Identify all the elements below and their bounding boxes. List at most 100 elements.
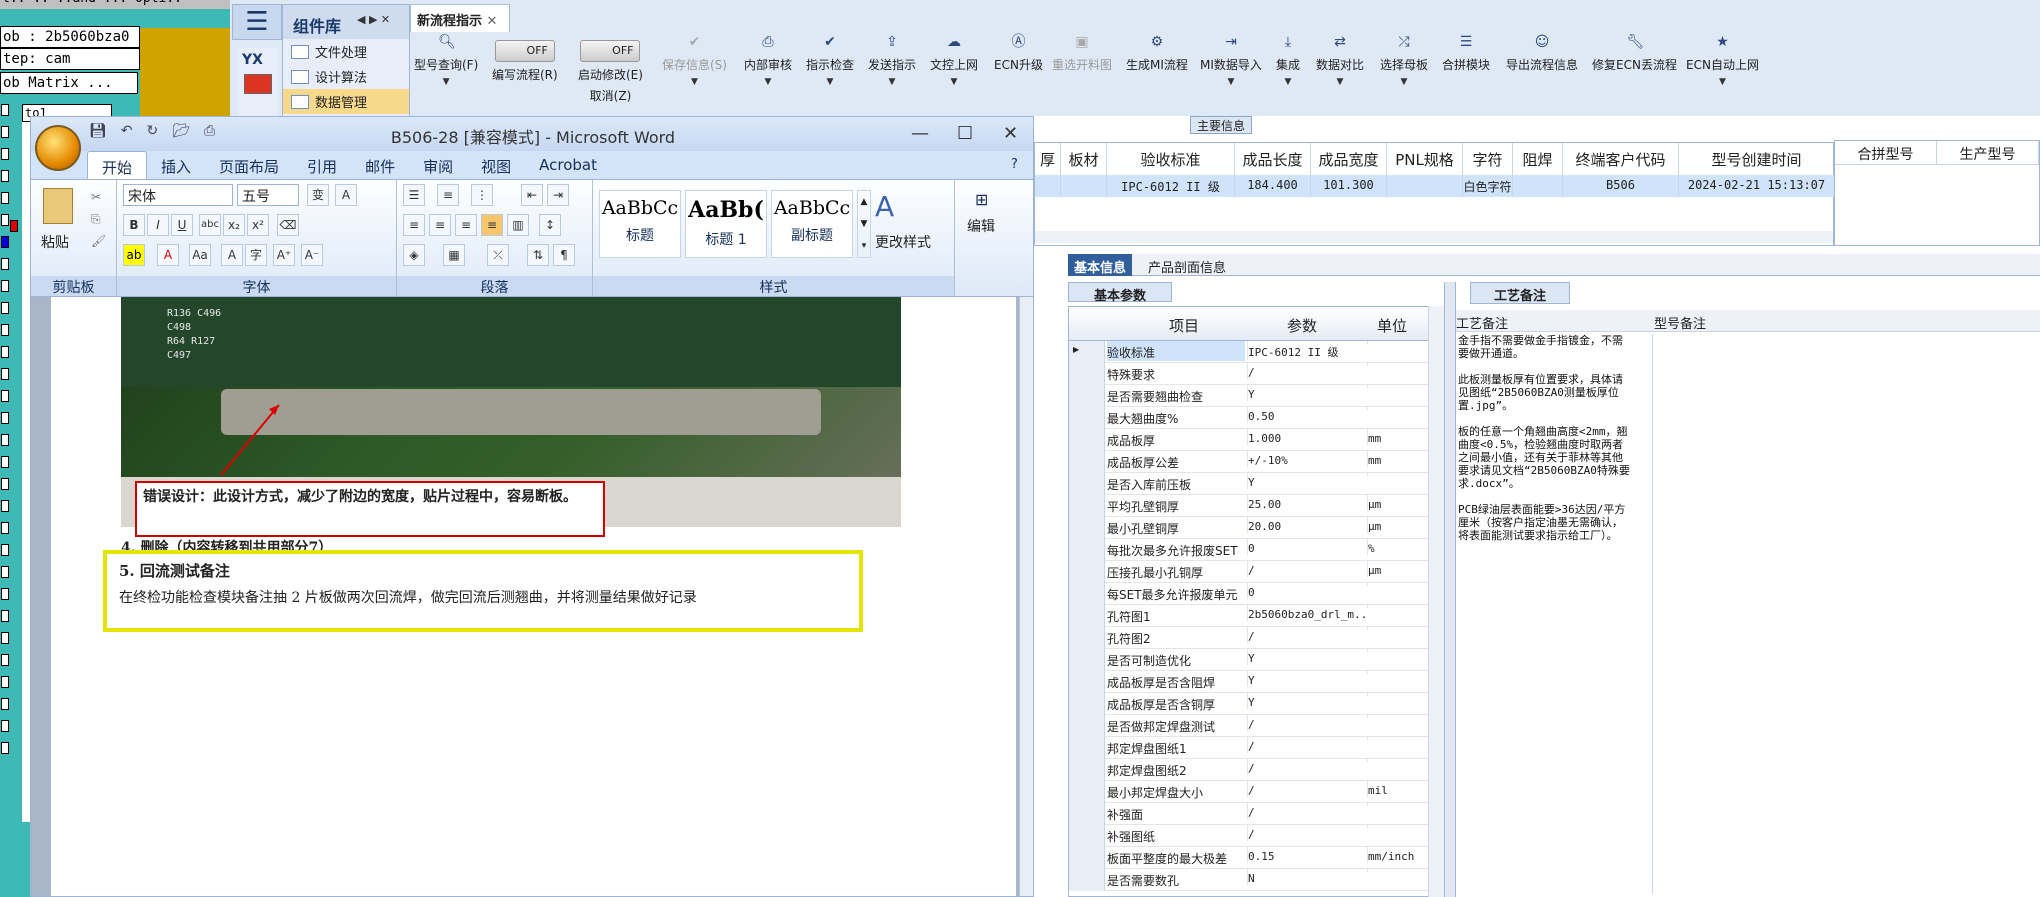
param-value[interactable]: / (1247, 715, 1365, 731)
write-process-toggle[interactable]: OFF 编写流程(R) (492, 40, 558, 83)
row-header[interactable] (1069, 407, 1105, 429)
table-row[interactable]: 邦定焊盘图纸1 / (1069, 737, 1443, 759)
param-value[interactable]: / (1247, 759, 1365, 775)
chinese-layout-icon[interactable]: ⤫ (487, 244, 509, 266)
strikethrough-icon[interactable]: abc (199, 214, 221, 236)
param-value[interactable]: 2b5060bza0_drl_m... (1247, 605, 1365, 621)
undo-icon[interactable]: ↶ (121, 123, 133, 139)
tab-layout[interactable]: 页面布局 (205, 151, 293, 179)
table-row[interactable]: 是否入库前压板 Y (1069, 473, 1443, 495)
clear-format-icon[interactable]: ⌫ (277, 214, 299, 236)
paste-icon[interactable] (43, 188, 73, 224)
row-header[interactable] (1069, 825, 1105, 847)
decrease-indent-icon[interactable]: ⇤ (521, 184, 543, 206)
integrate-button[interactable]: ⤓ 集成 ▼ (1276, 34, 1300, 87)
table-row[interactable]: ▶ 验收标准 IPC-6012 II 级 (1069, 341, 1443, 363)
table-row[interactable]: 特殊要求 / (1069, 363, 1443, 385)
param-value[interactable]: 20.00 (1247, 517, 1365, 533)
generate-mi-button[interactable]: ⚙ 生成MI流程 (1126, 34, 1188, 73)
row-header[interactable] (1069, 583, 1105, 605)
param-value[interactable]: N (1247, 869, 1365, 885)
param-value[interactable]: 1.000 (1247, 429, 1365, 445)
phonetic-icon[interactable]: 变 (307, 184, 329, 206)
tab-home[interactable]: 开始 (87, 151, 148, 179)
row-header[interactable] (1069, 693, 1105, 715)
internal-review-button[interactable]: ⎙ 内部审核 ▼ (744, 34, 792, 87)
enclose-icon[interactable]: 字 (245, 244, 267, 266)
print-icon[interactable]: ⎙ (204, 123, 215, 139)
bullets-icon[interactable]: ☰ (403, 184, 425, 206)
row-header[interactable] (1069, 847, 1105, 869)
font-name-select[interactable]: 宋体 (123, 184, 233, 206)
table-row[interactable]: 成品板厚公差 +/-10% mm (1069, 451, 1443, 473)
superscript-icon[interactable]: x² (247, 214, 269, 236)
param-value[interactable]: 0 (1247, 583, 1365, 599)
param-value[interactable]: IPC-6012 II 级 (1247, 341, 1365, 360)
char-border-icon[interactable]: A (335, 184, 357, 206)
select-mother-board-button[interactable]: ⤮ 选择母板 ▼ (1380, 34, 1428, 87)
job-matrix-button[interactable]: ob Matrix ... (0, 72, 138, 94)
open-icon[interactable]: 📂︎ (172, 123, 190, 139)
row-header[interactable] (1069, 803, 1105, 825)
reselect-cut-image-button[interactable]: ▣ 重选开料图 (1052, 34, 1112, 73)
tab-new-process[interactable]: 新流程指示 ✕ (410, 4, 510, 32)
main-info-scrollbar[interactable] (1035, 231, 1833, 243)
underline-icon[interactable]: U (171, 214, 193, 236)
cut-copy-format-icons[interactable]: ✂ ⎘ 🖌︎ (91, 186, 106, 252)
mi-import-button[interactable]: ⇥ MI数据导入 ▼ (1200, 34, 1262, 87)
row-header[interactable] (1069, 869, 1105, 891)
table-row[interactable]: 补强面 / (1069, 803, 1443, 825)
library-item-data[interactable]: 数据管理 (283, 89, 409, 114)
param-value[interactable]: 0 (1247, 539, 1365, 555)
change-styles-button[interactable]: 更改样式 (875, 232, 931, 252)
table-row[interactable]: 每SET最多允许报废单元 0 (1069, 583, 1443, 605)
font-size-select[interactable]: 五号 (237, 184, 299, 206)
change-styles-icon[interactable]: A (875, 190, 894, 223)
help-icon[interactable]: ? (1011, 157, 1018, 172)
sort-icon[interactable]: ⇅ (527, 244, 549, 266)
close-icon[interactable]: ✕ (1003, 123, 1018, 144)
start-modify-toggle[interactable]: OFF 启动修改(E) 取消(Z) (578, 40, 643, 104)
table-row[interactable]: 最大翘曲度% 0.50 (1069, 407, 1443, 429)
change-case-icon[interactable]: Aa (189, 244, 211, 266)
align-center-icon[interactable]: ≡ (429, 214, 451, 236)
row-header[interactable] (1069, 605, 1105, 627)
office-button-icon[interactable] (35, 125, 81, 171)
row-header[interactable] (1069, 451, 1105, 473)
param-value[interactable]: / (1247, 781, 1365, 797)
tab-product-profile[interactable]: 产品剖面信息 (1142, 254, 1232, 276)
minimize-icon[interactable]: — (911, 123, 929, 144)
grid-scrollbar[interactable] (1428, 306, 1444, 897)
close-icon[interactable]: ✕ (487, 14, 498, 29)
align-left-icon[interactable]: ≡ (403, 214, 425, 236)
table-row[interactable]: 邦定焊盘图纸2 / (1069, 759, 1443, 781)
tab-basic-info[interactable]: 基本信息 (1068, 254, 1133, 276)
multilevel-icon[interactable]: ⋮ (471, 184, 493, 206)
style-heading-1[interactable]: AaBb(标题 1 (685, 190, 767, 258)
row-header[interactable]: ▶ (1069, 341, 1105, 363)
tab-references[interactable]: 引用 (293, 151, 351, 179)
row-header[interactable] (1069, 715, 1105, 737)
param-value[interactable]: / (1247, 627, 1365, 643)
table-row[interactable]: 板面平整度的最大极差 0.15 mm/inch (1069, 847, 1443, 869)
paste-button[interactable]: 粘贴 (41, 232, 69, 252)
table-row[interactable]: 孔符图1 2b5060bza0_drl_m... (1069, 605, 1443, 627)
export-process-button[interactable]: ☺ 导出流程信息 (1506, 34, 1578, 73)
table-row[interactable]: 成品板厚是否含阻焊 Y (1069, 671, 1443, 693)
model-query-button[interactable]: 🔍︎ 型号查询(F) ▼ (414, 34, 478, 87)
row-header[interactable] (1069, 517, 1105, 539)
justify-icon[interactable]: ≡ (481, 214, 503, 236)
show-marks-icon[interactable]: ¶ (553, 244, 575, 266)
line-spacing-icon[interactable]: ↕ (539, 214, 561, 236)
style-subtitle[interactable]: AaBbCc 副标题 (771, 190, 853, 258)
tab-review[interactable]: 审阅 (409, 151, 467, 179)
tab-acrobat[interactable]: Acrobat (525, 151, 611, 179)
row-header[interactable] (1069, 737, 1105, 759)
table-row[interactable]: 是否可制造优化 Y (1069, 649, 1443, 671)
shading-icon[interactable]: ◈ (403, 244, 425, 266)
param-value[interactable]: Y (1247, 473, 1365, 489)
italic-icon[interactable]: I (147, 214, 169, 236)
row-header[interactable] (1069, 385, 1105, 407)
align-right-icon[interactable]: ≡ (455, 214, 477, 236)
table-row[interactable]: 压接孔最小孔铜厚 / μm (1069, 561, 1443, 583)
